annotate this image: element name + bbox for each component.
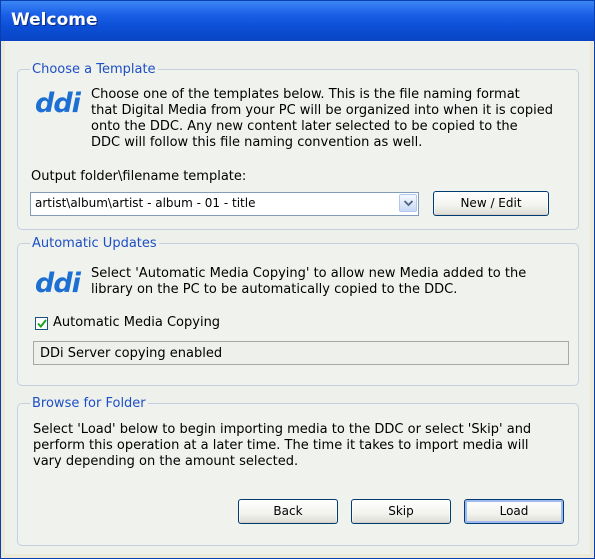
- browse-description-line: vary depending on the amount selected.: [33, 454, 299, 469]
- automatic-copying-label[interactable]: Automatic Media Copying: [53, 315, 220, 330]
- updates-description: Select 'Automatic Media Copying' to allo…: [91, 266, 581, 298]
- skip-button[interactable]: Skip: [351, 499, 451, 524]
- template-description-line: Choose one of the templates below. This …: [91, 87, 520, 102]
- automatic-copying-checkbox[interactable]: [35, 317, 48, 330]
- template-description: Choose one of the templates below. This …: [91, 87, 581, 151]
- template-select-value: artist\album\artist - album - 01 - title: [35, 196, 256, 210]
- load-button[interactable]: Load: [464, 499, 564, 524]
- back-button[interactable]: Back: [238, 499, 338, 524]
- template-select[interactable]: artist\album\artist - album - 01 - title: [30, 192, 419, 216]
- output-template-label: Output folder\filename template:: [31, 169, 247, 184]
- welcome-window: Welcome Choose a Template ddi Choose one…: [0, 0, 595, 559]
- updates-description-line: library on the PC to be automatically co…: [91, 282, 458, 297]
- updates-description-line: Select 'Automatic Media Copying' to allo…: [91, 266, 527, 281]
- template-description-line: DDC will follow this file naming convent…: [91, 135, 423, 150]
- browse-description-line: Select 'Load' below to begin importing m…: [33, 422, 532, 437]
- browse-description-line: perform this operation at a later time. …: [33, 438, 529, 453]
- ddi-logo-icon: ddi: [35, 268, 81, 299]
- window-title: Welcome: [11, 10, 98, 30]
- copying-status-text: DDi Server copying enabled: [40, 346, 223, 361]
- template-description-line: onto the DDC. Any new content later sele…: [91, 119, 518, 134]
- copying-status-field: DDi Server copying enabled: [33, 341, 569, 365]
- choose-template-legend: Choose a Template: [32, 62, 156, 77]
- checkmark-icon: [37, 319, 47, 328]
- browse-description: Select 'Load' below to begin importing m…: [33, 422, 578, 470]
- automatic-updates-legend: Automatic Updates: [32, 236, 157, 251]
- ddi-logo-icon: ddi: [35, 88, 81, 119]
- window-client-area: Choose a Template ddi Choose one of the …: [5, 41, 590, 554]
- browse-folder-legend: Browse for Folder: [32, 396, 146, 411]
- title-bar[interactable]: Welcome: [1, 1, 594, 41]
- new-edit-button[interactable]: New / Edit: [433, 191, 549, 216]
- chevron-down-icon[interactable]: [399, 194, 417, 212]
- template-description-line: that Digital Media from your PC will be …: [91, 103, 553, 118]
